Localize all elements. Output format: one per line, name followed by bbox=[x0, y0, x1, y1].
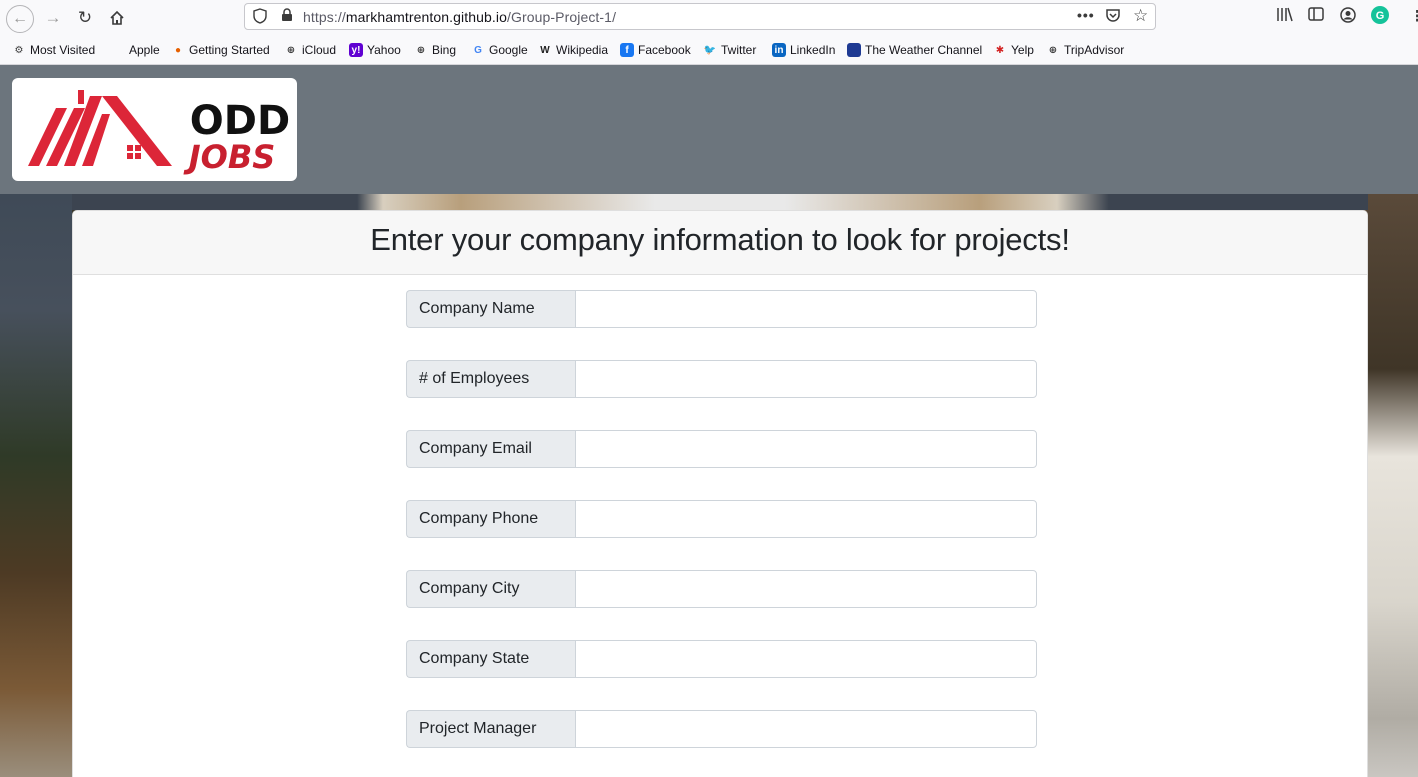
google-icon: G bbox=[474, 44, 482, 56]
project-manager-input[interactable] bbox=[575, 710, 1037, 748]
globe-icon: ⊕ bbox=[1048, 44, 1058, 56]
company-name-field: Company Name bbox=[406, 290, 1037, 328]
url-text: https://markhamtrenton.github.io/Group-P… bbox=[303, 9, 617, 25]
company-state-field: Company State bbox=[406, 640, 1037, 678]
company-email-label: Company Email bbox=[406, 430, 575, 468]
card-header: Enter your company information to look f… bbox=[73, 211, 1367, 275]
company-city-input[interactable] bbox=[575, 570, 1037, 608]
project-manager-field: Project Manager bbox=[406, 710, 1037, 748]
pocket-icon[interactable] bbox=[1105, 8, 1121, 26]
forward-icon[interactable]: → bbox=[40, 5, 66, 31]
bookmark-label: LinkedIn bbox=[790, 43, 836, 57]
of-employees-label: # of Employees bbox=[406, 360, 575, 398]
bookmark-label: Google bbox=[489, 43, 528, 57]
bookmarks-toolbar: ⚙ Most Visited Apple ● Getting Started ⊕ iClou… bbox=[0, 36, 1418, 65]
grammarly-icon[interactable]: G bbox=[1371, 6, 1389, 28]
bookmark-the-weather-channel[interactable]: The Weather Channel bbox=[847, 43, 982, 57]
back-icon[interactable]: ← bbox=[6, 5, 34, 33]
company-info-card: Enter your company information to look f… bbox=[72, 210, 1368, 777]
bookmark-yelp[interactable]: ✱ Yelp bbox=[993, 43, 1034, 57]
globe-icon: ⊕ bbox=[286, 44, 296, 56]
yahoo-icon: y! bbox=[349, 43, 363, 57]
gear-icon: ⚙ bbox=[14, 44, 24, 56]
bookmark-label: Facebook bbox=[638, 43, 691, 57]
page-title: Enter your company information to look f… bbox=[370, 222, 1070, 257]
bookmark-label: Apple bbox=[129, 43, 160, 57]
of-employees-field: # of Employees bbox=[406, 360, 1037, 398]
company-email-field: Company Email bbox=[406, 430, 1037, 468]
bookmark-label: Bing bbox=[432, 43, 457, 57]
bookmark-bing[interactable]: ⊕ Bing bbox=[414, 43, 456, 57]
hero-image-right-edge bbox=[1366, 194, 1418, 777]
svg-text:G: G bbox=[1376, 10, 1385, 22]
bookmark-google[interactable]: G Google bbox=[471, 43, 528, 57]
account-icon[interactable] bbox=[1340, 7, 1356, 27]
company-phone-field: Company Phone bbox=[406, 500, 1037, 538]
bookmark-yahoo[interactable]: y! Yahoo bbox=[349, 43, 401, 57]
globe-icon: ⊕ bbox=[416, 44, 426, 56]
company-phone-label: Company Phone bbox=[406, 500, 575, 538]
bookmark-star-icon[interactable]: ☆ bbox=[1133, 6, 1148, 26]
bookmark-getting-started[interactable]: ● Getting Started bbox=[171, 43, 270, 57]
home-icon[interactable] bbox=[104, 5, 130, 31]
company-phone-input[interactable] bbox=[575, 500, 1037, 538]
firefox-icon: ● bbox=[174, 44, 182, 56]
bookmark-wikipedia[interactable]: W Wikipedia bbox=[538, 43, 608, 57]
bookmark-linkedin[interactable]: in LinkedIn bbox=[772, 43, 835, 57]
library-icon[interactable] bbox=[1276, 7, 1293, 26]
bookmark-tripadvisor[interactable]: ⊕ TripAdvisor bbox=[1046, 43, 1124, 57]
bookmark-label: Twitter bbox=[721, 43, 757, 57]
company-email-input[interactable] bbox=[575, 430, 1037, 468]
lock-icon[interactable] bbox=[281, 8, 293, 25]
company-name-label: Company Name bbox=[406, 290, 575, 328]
browser-toolbar: ← → ↻ https://markhamtrenton.github.io/G… bbox=[0, 0, 1418, 36]
bookmark-label: TripAdvisor bbox=[1064, 43, 1125, 57]
bookmark-label: iCloud bbox=[302, 43, 337, 57]
bookmark-label: Getting Started bbox=[189, 43, 270, 57]
bookmark-label: Wikipedia bbox=[556, 43, 609, 57]
hero-image-roofline bbox=[72, 194, 1368, 210]
site-navbar: ODD JOBS bbox=[0, 65, 1418, 194]
reload-icon[interactable]: ↻ bbox=[72, 5, 98, 31]
sidebar-icon[interactable] bbox=[1308, 7, 1324, 25]
twitter-icon: 🐦 bbox=[703, 44, 717, 56]
bookmark-label: Yahoo bbox=[367, 43, 401, 57]
bookmark-label: Yelp bbox=[1011, 43, 1034, 57]
logo-text-jobs: JOBS bbox=[183, 138, 276, 176]
of-employees-input[interactable] bbox=[575, 360, 1037, 398]
bookmark-icloud[interactable]: ⊕ iCloud bbox=[284, 43, 336, 57]
facebook-icon: f bbox=[620, 43, 634, 57]
bookmark-twitter[interactable]: 🐦 Twitter bbox=[703, 43, 757, 57]
company-name-input[interactable] bbox=[575, 290, 1037, 328]
company-city-label: Company City bbox=[406, 570, 575, 608]
roof-graphic bbox=[28, 90, 172, 166]
company-state-input[interactable] bbox=[575, 640, 1037, 678]
bookmark-label: The Weather Channel bbox=[865, 43, 983, 57]
hero-image-left-edge bbox=[0, 194, 72, 777]
linkedin-icon: in bbox=[772, 43, 786, 57]
company-city-field: Company City bbox=[406, 570, 1037, 608]
company-state-label: Company State bbox=[406, 640, 575, 678]
project-manager-label: Project Manager bbox=[406, 710, 575, 748]
page-actions-icon[interactable]: ••• bbox=[1077, 7, 1095, 23]
bookmark-most-visited[interactable]: ⚙ Most Visited bbox=[12, 43, 96, 57]
apple-icon bbox=[111, 43, 125, 57]
yelp-icon: ✱ bbox=[995, 44, 1005, 56]
weather-channel-icon bbox=[847, 43, 861, 57]
bookmark-apple[interactable]: Apple bbox=[111, 43, 160, 57]
wikipedia-icon: W bbox=[540, 44, 550, 56]
url-bar[interactable]: https://markhamtrenton.github.io/Group-P… bbox=[244, 3, 1156, 30]
odd-jobs-logo[interactable]: ODD JOBS bbox=[12, 78, 297, 181]
bookmark-label: Most Visited bbox=[30, 43, 96, 57]
tracking-protection-icon[interactable] bbox=[253, 8, 267, 27]
menu-icon[interactable]: ⋮ bbox=[1410, 7, 1418, 25]
bookmark-facebook[interactable]: f Facebook bbox=[620, 43, 691, 57]
web-page: ODD JOBS Enter your company information … bbox=[0, 65, 1418, 777]
